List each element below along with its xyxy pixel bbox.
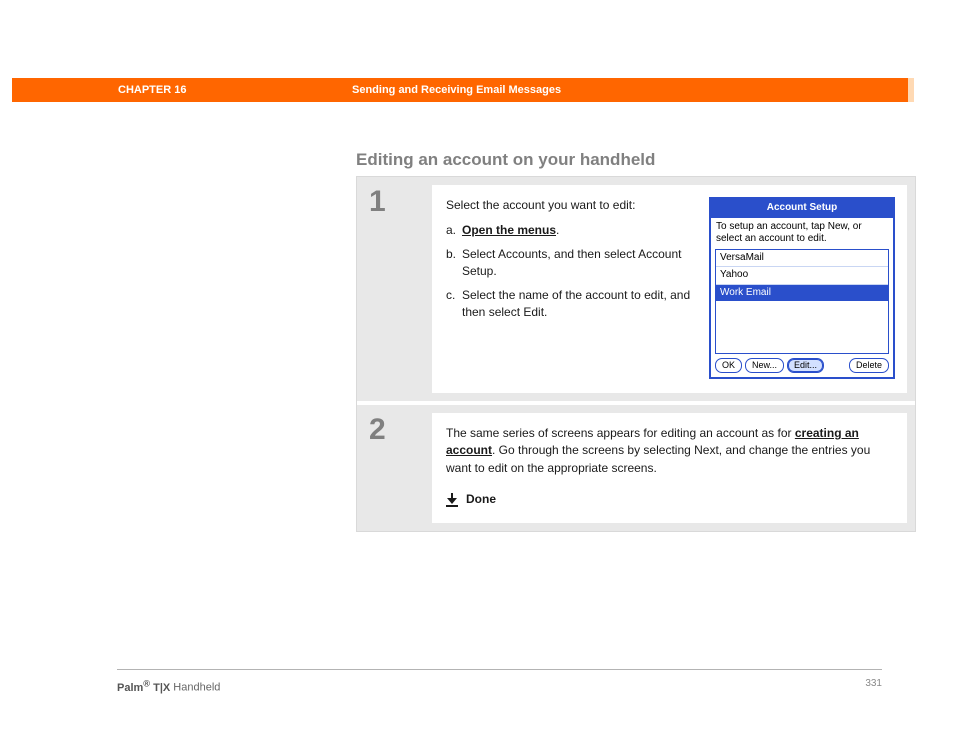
substep: b. Select Accounts, and then select Acco… [446, 246, 691, 281]
open-menus-link[interactable]: Open the menus [462, 223, 556, 237]
step-number-cell: 2 [357, 405, 432, 531]
palm-hint: To setup an account, tap New, or select … [711, 218, 893, 249]
step-paragraph: The same series of screens appears for e… [446, 425, 895, 477]
step-number-cell: 1 [357, 177, 432, 401]
footer-rule [117, 669, 882, 670]
substep-text: Open the menus. [462, 222, 691, 239]
substep-letter: a. [446, 222, 462, 239]
step-body: The same series of screens appears for e… [432, 413, 907, 523]
palm-ok-button[interactable]: OK [715, 358, 742, 373]
footer-brand: Palm® T|X Handheld [117, 678, 220, 694]
palm-title: Account Setup [711, 199, 893, 218]
step-body: Select the account you want to edit: a. … [432, 185, 907, 393]
chapter-header-bar: CHAPTER 16 Sending and Receiving Email M… [12, 78, 914, 102]
section-heading: Editing an account on your handheld [356, 150, 655, 170]
substep-letter: b. [446, 246, 462, 281]
done-indicator: Done [446, 491, 895, 508]
palm-new-button[interactable]: New... [745, 358, 784, 373]
done-arrow-icon [446, 493, 458, 507]
chapter-title: Sending and Receiving Email Messages [352, 78, 561, 102]
palm-screenshot: Account Setup To setup an account, tap N… [709, 197, 895, 379]
palm-account-list: VersaMail Yahoo Work Email [715, 249, 889, 355]
substep-text: Select the name of the account to edit, … [462, 287, 691, 322]
substep: c. Select the name of the account to edi… [446, 287, 691, 322]
chapter-label: CHAPTER 16 [118, 78, 186, 102]
substep-letter: c. [446, 287, 462, 322]
step-row: 1 Select the account you want to edit: a… [357, 177, 915, 405]
palm-button-row: OK New... Edit... Delete [711, 354, 893, 377]
steps-container: 1 Select the account you want to edit: a… [356, 176, 916, 532]
palm-delete-button[interactable]: Delete [849, 358, 889, 373]
step-row: 2 The same series of screens appears for… [357, 405, 915, 531]
step-number: 2 [369, 413, 432, 447]
palm-edit-button[interactable]: Edit... [787, 358, 824, 373]
palm-list-item-selected[interactable]: Work Email [716, 284, 888, 302]
palm-list-item[interactable]: Yahoo [716, 266, 888, 284]
substep-text: Select Accounts, and then select Account… [462, 246, 691, 281]
done-label: Done [466, 491, 496, 508]
substep: a. Open the menus. [446, 222, 691, 239]
palm-list-item[interactable]: VersaMail [716, 250, 888, 267]
palm-list-spacer [716, 301, 888, 353]
step-text: Select the account you want to edit: a. … [446, 197, 691, 327]
step-intro: Select the account you want to edit: [446, 197, 691, 214]
page-number: 331 [865, 678, 882, 689]
step-number: 1 [369, 185, 432, 219]
